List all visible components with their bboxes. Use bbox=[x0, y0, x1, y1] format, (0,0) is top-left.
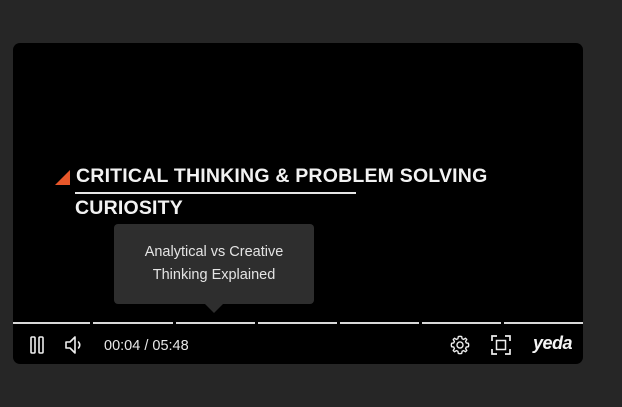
volume-button[interactable] bbox=[63, 333, 87, 357]
title-accent-triangle bbox=[55, 170, 70, 185]
tooltip-arrow bbox=[205, 304, 223, 313]
volume-icon bbox=[65, 336, 81, 354]
pause-button[interactable] bbox=[25, 333, 49, 357]
chapter-segment[interactable] bbox=[340, 322, 419, 324]
duration: 05:48 bbox=[152, 338, 189, 354]
slide-title-line1: CRITICAL THINKING & PROBLEM SOLVING bbox=[76, 165, 488, 187]
time-separator: / bbox=[144, 338, 149, 354]
chapter-progress-bar[interactable] bbox=[13, 322, 583, 324]
current-time: 00:04 bbox=[104, 338, 141, 354]
chapter-segment[interactable] bbox=[176, 322, 255, 324]
chapter-segment[interactable] bbox=[422, 322, 501, 324]
fullscreen-button[interactable] bbox=[489, 333, 513, 357]
chapter-segment[interactable] bbox=[258, 322, 337, 324]
time-display: 00:04 / 05:48 bbox=[104, 338, 189, 354]
brand-logo[interactable]: yeda bbox=[533, 333, 573, 354]
video-player[interactable]: CRITICAL THINKING & PROBLEM SOLVING CURI… bbox=[13, 43, 583, 364]
fullscreen-icon bbox=[491, 335, 511, 355]
chapter-segment[interactable] bbox=[13, 322, 90, 324]
pause-icon bbox=[30, 336, 44, 354]
chapter-tooltip: Analytical vs Creative Thinking Explaine… bbox=[114, 224, 314, 304]
chapter-tooltip-line2: Thinking Explained bbox=[152, 267, 276, 283]
settings-button[interactable] bbox=[448, 333, 472, 357]
slide-title-line2: CURIOSITY bbox=[75, 197, 183, 219]
chapter-segment[interactable] bbox=[93, 322, 173, 324]
chapter-tooltip-line1: Analytical vs Creative bbox=[144, 244, 284, 260]
slide-title: CRITICAL THINKING & PROBLEM SOLVING CURI… bbox=[55, 165, 487, 220]
title-underline bbox=[75, 192, 356, 194]
chapter-segment[interactable] bbox=[504, 322, 583, 324]
control-bar: 00:04 / 05:48 yeda bbox=[13, 330, 583, 360]
settings-gear-icon bbox=[450, 335, 470, 355]
